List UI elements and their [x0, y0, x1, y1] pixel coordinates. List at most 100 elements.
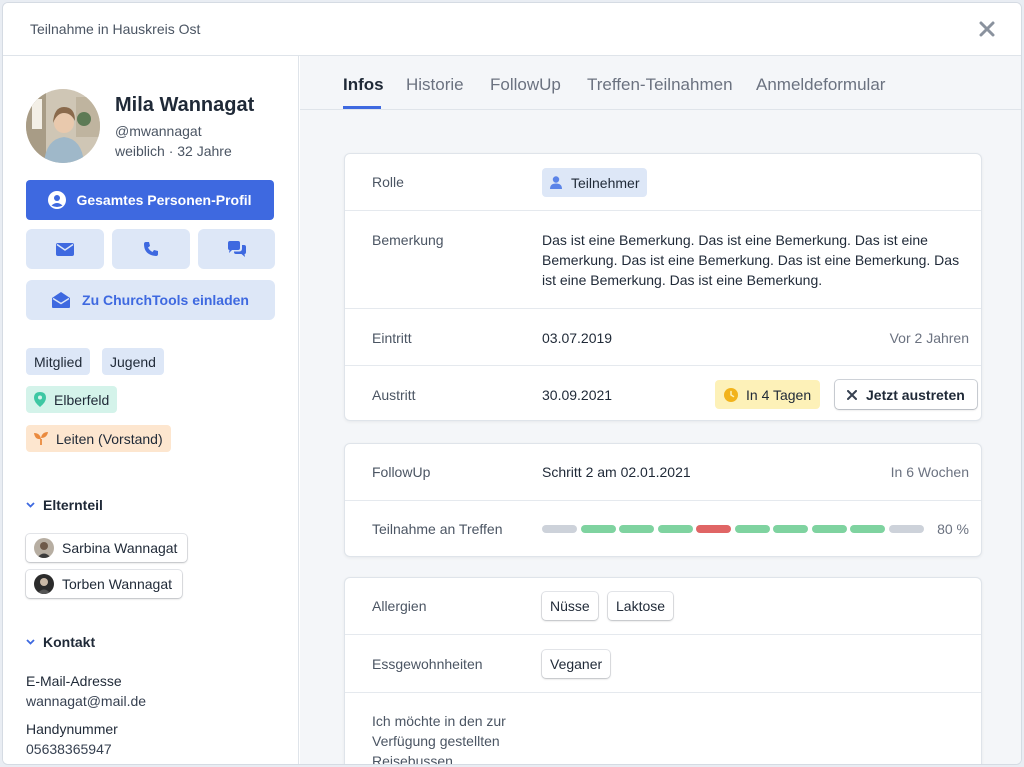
remark-line: ist eine Bemerkung. Das ist eine Bemerku… — [542, 272, 823, 288]
bus-label-line: Ich möchte in den zur — [372, 713, 506, 729]
entry-row: Eintritt 03.07.2019 Vor 2 Jahren — [345, 309, 981, 366]
diet-chip: Veganer — [542, 650, 611, 678]
tag-label: Mitglied — [34, 353, 83, 370]
chat-button[interactable] — [198, 229, 275, 269]
remark-row: Bemerkung Das ist eine Bemerkung. Das is… — [345, 211, 981, 309]
role-value: Teilnehmer — [571, 174, 640, 191]
map-pin-icon — [34, 392, 46, 407]
phone-icon — [144, 242, 158, 256]
diet-label: Essgewohnheiten — [372, 656, 483, 672]
exit-countdown-badge: In 4 Tagen — [715, 380, 821, 409]
main-panel: Infos Historie FollowUp Treffen-Teilnahm… — [300, 56, 1021, 765]
section-title: Kontakt — [43, 634, 96, 650]
envelope-open-icon — [52, 292, 71, 308]
tag-role: Leiten (Vorstand) — [26, 425, 171, 452]
avatar — [34, 574, 54, 594]
attendance-row: Teilnahme an Treffen 80 % — [345, 501, 981, 558]
invite-label: Zu ChurchTools einladen — [82, 292, 249, 308]
full-profile-label: Gesamtes Personen-Profil — [76, 192, 252, 208]
active-tab-indicator — [343, 106, 381, 109]
close-button[interactable] — [977, 19, 997, 39]
email-button[interactable] — [26, 229, 104, 269]
avatar — [34, 538, 54, 558]
dialog-header: Teilnahme in Hauskreis Ost — [3, 3, 1021, 56]
tab-historie[interactable]: Historie — [406, 75, 464, 95]
attendance-segment-attended — [619, 525, 654, 533]
remark-line: Das ist eine Bemerkung. Das ist eine Bem… — [542, 232, 928, 248]
details-card: Allergien Nüsse Laktose Essgewohnheiten … — [344, 577, 982, 765]
tab-followup[interactable]: FollowUp — [490, 75, 561, 95]
attendance-segment-attended — [850, 525, 885, 533]
close-icon — [979, 21, 995, 37]
followup-relative: In 6 Wochen — [890, 464, 969, 480]
info-card: Rolle Teilnehmer Bemerkung Das ist eine … — [344, 153, 982, 421]
allergy-chip: Nüsse — [542, 592, 598, 620]
role-row: Rolle Teilnehmer — [345, 154, 981, 211]
tag-label: Jugend — [110, 353, 156, 370]
entry-relative: Vor 2 Jahren — [889, 330, 969, 346]
entry-date: 03.07.2019 — [542, 330, 613, 346]
close-icon — [847, 389, 857, 400]
exit-row: Austritt 30.09.2021 In 4 Tagen Jetzt aus… — [345, 366, 981, 422]
sprout-icon — [34, 432, 48, 445]
full-profile-button[interactable]: Gesamtes Personen-Profil — [26, 180, 274, 220]
tab-treffen-teilnahmen[interactable]: Treffen-Teilnahmen — [587, 75, 733, 95]
section-parents-toggle[interactable]: Elternteil — [26, 497, 103, 513]
parent-name: Torben Wannagat — [62, 576, 172, 592]
diet-row: Essgewohnheiten Veganer — [345, 635, 981, 693]
leave-now-button[interactable]: Jetzt austreten — [835, 380, 977, 409]
section-title: Elternteil — [43, 497, 103, 513]
tag-mitglied: Mitglied — [26, 348, 91, 375]
remark-label: Bemerkung — [372, 232, 444, 248]
phone-button[interactable] — [112, 229, 190, 269]
attendance-segment-attended — [734, 525, 770, 533]
tab-bar: Infos Historie FollowUp Treffen-Teilnahm… — [300, 56, 1021, 110]
attendance-segment-attended — [773, 525, 808, 533]
leave-now-label: Jetzt austreten — [866, 386, 965, 403]
attendance-segment-attended — [811, 525, 847, 533]
email-value[interactable]: wannagat@mail.de — [26, 693, 146, 709]
allergies-row: Allergien Nüsse Laktose — [345, 578, 981, 635]
tab-infos[interactable]: Infos — [343, 75, 384, 95]
followup-row: FollowUp Schritt 2 am 02.01.2021 In 6 Wo… — [345, 444, 981, 501]
tag-label: Elberfeld — [54, 391, 110, 408]
invite-button[interactable]: Zu ChurchTools einladen — [26, 280, 275, 320]
bus-label-line: Reisebussen — [372, 753, 453, 765]
role-label: Rolle — [372, 174, 404, 190]
chevron-down-icon — [26, 502, 35, 508]
user-circle-icon — [48, 191, 67, 209]
person-handle: @mwannagat — [115, 123, 202, 139]
phone-value[interactable]: 05638365947 — [26, 741, 112, 757]
phone-label: Handynummer — [26, 721, 118, 737]
user-icon — [550, 176, 562, 189]
email-label: E-Mail-Adresse — [26, 673, 122, 689]
attendance-segment-none — [542, 525, 577, 533]
person-meta: weiblich · 32 Jahre — [115, 143, 232, 159]
followup-label: FollowUp — [372, 464, 431, 480]
exit-badge-label: In 4 Tagen — [746, 386, 812, 403]
clock-icon — [724, 387, 738, 402]
attendance-percent: 80 % — [937, 521, 969, 537]
chevron-down-icon — [26, 639, 35, 645]
remark-line: Bemerkung. Das ist eine Bemerkung. Das i… — [542, 252, 960, 268]
person-sidebar: Mila Wannagat @mwannagat weiblich · 32 J… — [3, 56, 299, 764]
tag-location: Elberfeld — [26, 386, 118, 413]
allergies-label: Allergien — [372, 598, 427, 614]
allergy-chip: Laktose — [608, 592, 674, 620]
tag-label: Leiten (Vorstand) — [56, 430, 163, 447]
exit-date: 30.09.2021 — [542, 387, 613, 403]
followup-card: FollowUp Schritt 2 am 02.01.2021 In 6 Wo… — [344, 443, 982, 557]
person-name: Mila Wannagat — [115, 94, 255, 116]
section-contact-toggle[interactable]: Kontakt — [26, 634, 95, 650]
exit-label: Austritt — [372, 387, 416, 403]
chat-icon — [227, 241, 246, 257]
tab-anmeldeformular[interactable]: Anmeldeformular — [756, 75, 885, 95]
attendance-label: Teilnahme an Treffen — [372, 521, 503, 537]
dialog-title: Teilnahme in Hauskreis Ost — [30, 21, 201, 37]
role-badge: Teilnehmer — [542, 168, 648, 197]
parent-chip[interactable]: Sarbina Wannagat — [26, 534, 188, 562]
parent-chip[interactable]: Torben Wannagat — [26, 570, 182, 598]
parent-name: Sarbina Wannagat — [62, 540, 178, 556]
attendance-segment-attended — [657, 525, 693, 533]
participation-dialog: Teilnahme in Hauskreis Ost Mila Wannagat… — [2, 2, 1022, 765]
